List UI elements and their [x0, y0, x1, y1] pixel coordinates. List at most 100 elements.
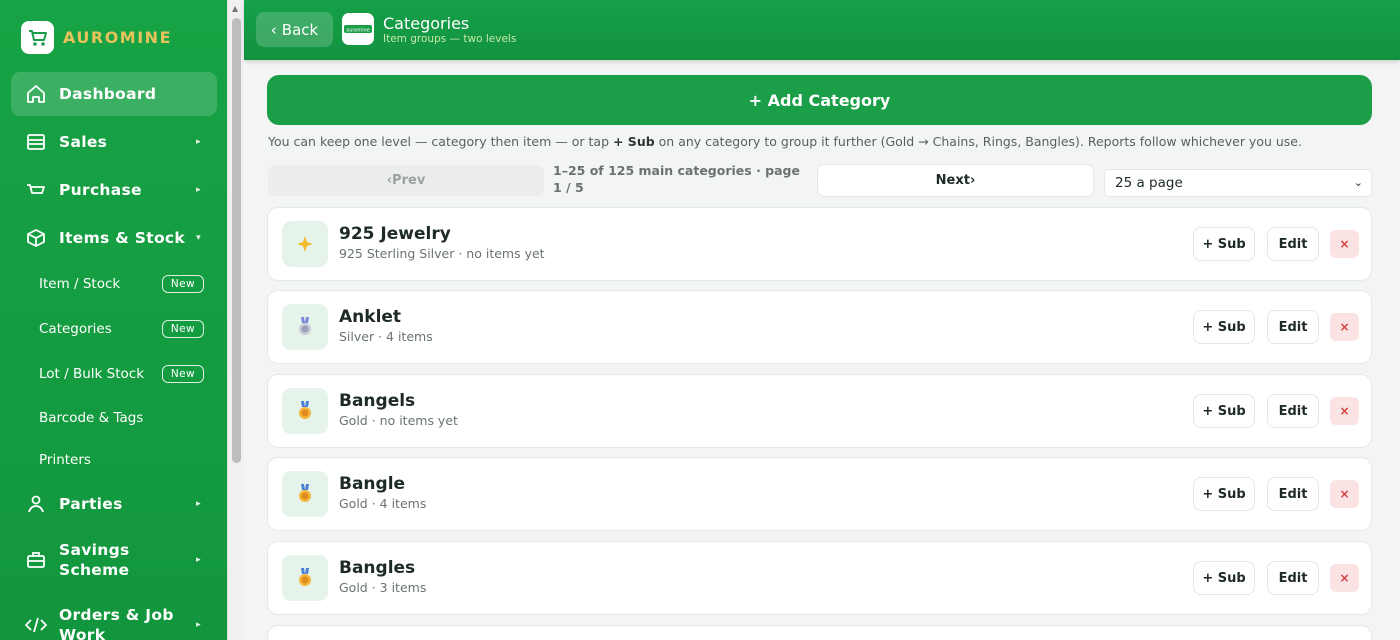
- edit-button[interactable]: Edit: [1267, 227, 1319, 261]
- silver-medal-icon: [282, 304, 328, 350]
- next-page-button[interactable]: Next›: [817, 164, 1094, 197]
- sidebar-subitem-categories[interactable]: Categories New: [39, 319, 204, 339]
- add-sub-button[interactable]: + Sub: [1193, 477, 1255, 511]
- chevron-right-icon: ▸: [196, 137, 201, 147]
- add-sub-button[interactable]: + Sub: [1193, 227, 1255, 261]
- hint-text-part: You can keep one level — category then i…: [268, 134, 613, 149]
- edit-button[interactable]: Edit: [1267, 310, 1319, 344]
- sidebar-subitem-label: Item / Stock: [39, 276, 121, 292]
- category-card: Bangels Gold · no items yet + Sub Edit ×: [267, 374, 1372, 448]
- category-name: Anklet: [339, 307, 402, 327]
- category-name: Bangle: [339, 474, 406, 494]
- chevron-right-icon: ▸: [196, 555, 201, 565]
- chevron-right-icon: ▸: [196, 499, 201, 509]
- edit-button[interactable]: Edit: [1267, 561, 1319, 595]
- brand[interactable]: AUROMINE: [21, 21, 172, 54]
- code-icon: [25, 614, 47, 636]
- add-sub-button[interactable]: + Sub: [1193, 561, 1255, 595]
- sidebar-subitem-label: Categories: [39, 321, 112, 337]
- sidebar-item-savings-scheme[interactable]: Savings Scheme ▸: [11, 538, 217, 582]
- chevron-right-icon: ▸: [196, 185, 201, 195]
- new-badge: New: [161, 320, 204, 338]
- hint-text-part: on any category to group it further (Gol…: [654, 134, 1302, 149]
- user-icon: [25, 493, 47, 515]
- briefcase-icon: [25, 549, 47, 571]
- sidebar-subitem-item-stock[interactable]: Item / Stock New: [39, 274, 204, 294]
- app-logo-icon: auromine: [342, 13, 374, 45]
- page-subtitle: Item groups — two levels: [383, 33, 517, 45]
- sidebar-subitem-label: Barcode & Tags: [39, 410, 144, 426]
- category-meta: Gold · 4 items: [339, 496, 427, 511]
- delete-button[interactable]: ×: [1330, 313, 1359, 341]
- hint-text: You can keep one level — category then i…: [268, 134, 1302, 149]
- category-card: Bangle Gold · 4 items + Sub Edit ×: [267, 457, 1372, 531]
- category-card: 925 Jewelry 925 Sterling Silver · no ite…: [267, 207, 1372, 281]
- delete-button[interactable]: ×: [1330, 397, 1359, 425]
- add-category-button[interactable]: + Add Category: [267, 75, 1372, 125]
- sidebar-item-label: Orders & Job Work: [59, 606, 174, 640]
- sidebar-item-parties[interactable]: Parties ▸: [11, 485, 217, 523]
- delete-button[interactable]: ×: [1330, 564, 1359, 592]
- sidebar-subitem-label: Lot / Bulk Stock: [39, 366, 145, 382]
- gold-medal-icon: [282, 388, 328, 434]
- scrollbar-thumb[interactable]: [232, 18, 241, 463]
- category-name: Bangles: [339, 558, 416, 578]
- sidebar-subitem-label: Printers: [39, 452, 91, 468]
- gold-medal-icon: [282, 555, 328, 601]
- chevron-down-icon: ⌄: [1353, 176, 1363, 189]
- delete-button[interactable]: ×: [1330, 480, 1359, 508]
- hint-text-bold: + Sub: [612, 134, 655, 149]
- category-name: Bangels: [339, 391, 416, 411]
- category-meta: Gold · 3 items: [339, 580, 427, 595]
- category-meta: Silver · 4 items: [339, 329, 433, 344]
- top-header: ‹ Back auromine Categories Item groups —…: [244, 0, 1400, 60]
- edit-button[interactable]: Edit: [1267, 394, 1319, 428]
- add-sub-button[interactable]: + Sub: [1193, 310, 1255, 344]
- gold-medal-icon: [282, 471, 328, 517]
- new-badge: New: [161, 365, 204, 383]
- chevron-right-icon: ▸: [196, 620, 201, 630]
- logo-text: auromine: [346, 28, 370, 34]
- sidebar-item-items-stock[interactable]: Items & Stock ▾: [11, 219, 217, 257]
- category-name: 925 Jewelry: [339, 224, 451, 244]
- cart-logo-icon: [21, 21, 54, 54]
- category-card: Bangles Gold · 3 items + Sub Edit ×: [267, 541, 1372, 615]
- category-meta: Gold · no items yet: [339, 413, 458, 428]
- page-title: Categories: [383, 14, 470, 33]
- sidebar-item-dashboard[interactable]: Dashboard: [11, 72, 217, 116]
- scroll-up-icon[interactable]: ▲: [232, 4, 238, 13]
- add-sub-button[interactable]: + Sub: [1193, 394, 1255, 428]
- sidebar-item-label: Sales: [59, 133, 108, 151]
- brand-name: AUROMINE: [63, 28, 172, 47]
- sidebar-subitem-printers[interactable]: Printers: [39, 450, 204, 470]
- sidebar-item-orders-job-work[interactable]: Orders & Job Work ▸: [11, 603, 217, 640]
- box-icon: [25, 227, 47, 249]
- home-icon: [25, 83, 47, 105]
- prev-page-button[interactable]: ‹Prev: [268, 165, 544, 196]
- sidebar-subitem-lot-bulk-stock[interactable]: Lot / Bulk Stock New: [39, 364, 204, 384]
- page-size-select[interactable]: 25 a page ⌄: [1104, 169, 1372, 197]
- sidebar: AUROMINE Dashboard Sales ▸ Purchase ▸ It…: [0, 0, 227, 640]
- receipt-icon: [25, 131, 47, 153]
- chevron-down-icon: ▾: [196, 233, 201, 243]
- back-button-label: Back: [281, 20, 319, 39]
- sidebar-scrollbar[interactable]: ▲: [227, 0, 244, 640]
- delete-button[interactable]: ×: [1330, 230, 1359, 258]
- sparkle-icon: [282, 221, 328, 267]
- sidebar-item-label: Savings Scheme: [59, 541, 130, 579]
- category-meta: 925 Sterling Silver · no items yet: [339, 246, 545, 261]
- new-badge: New: [161, 275, 204, 293]
- category-card: Anklet Silver · 4 items + Sub Edit ×: [267, 290, 1372, 364]
- edit-button[interactable]: Edit: [1267, 477, 1319, 511]
- chevron-left-icon: ‹: [270, 20, 277, 39]
- sidebar-item-purchase[interactable]: Purchase ▸: [11, 171, 217, 209]
- cart-icon: [25, 179, 47, 201]
- category-card-partial: [267, 625, 1372, 640]
- sidebar-item-label: Parties: [59, 495, 123, 513]
- back-button[interactable]: ‹ Back: [256, 12, 333, 47]
- sidebar-item-label: Purchase: [59, 181, 142, 199]
- sidebar-item-label: Items & Stock: [59, 229, 185, 247]
- sidebar-subitem-barcode-tags[interactable]: Barcode & Tags: [39, 408, 204, 428]
- sidebar-item-sales[interactable]: Sales ▸: [11, 123, 217, 161]
- sidebar-item-label: Dashboard: [59, 85, 157, 103]
